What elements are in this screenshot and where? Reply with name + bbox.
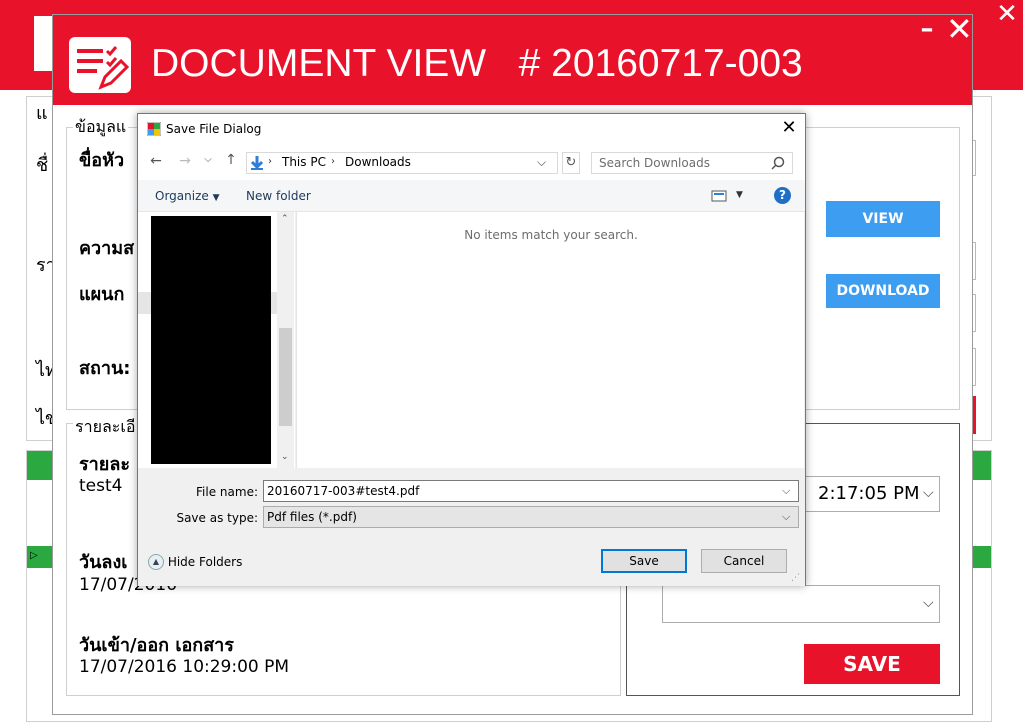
view-options-icon[interactable] [711, 190, 727, 202]
dialog-cancel-button[interactable]: Cancel [701, 549, 787, 573]
search-icon [771, 156, 785, 170]
status-label: สถาน: [79, 358, 131, 379]
help-icon[interactable]: ? [774, 187, 791, 204]
download-button[interactable]: DOWNLOAD [826, 274, 940, 308]
detail-label: รายละ [79, 454, 131, 475]
dialog-titlebar: Save File Dialog ✕ [138, 114, 805, 144]
subject-label: ขื่อหัว [79, 150, 125, 171]
address-dropdown-icon[interactable]: ⌵ [537, 155, 546, 170]
scroll-down-icon[interactable]: ⌄ [281, 452, 289, 462]
chevron-down-icon: ⌵ [782, 510, 791, 523]
save-as-type-select[interactable]: Pdf files (*.pdf) ⌵ [263, 506, 799, 528]
refresh-icon[interactable]: ↻ [562, 152, 580, 174]
view-dropdown-icon[interactable]: ▼ [736, 190, 743, 200]
address-bar[interactable]: › This PC › Downloads ⌵ [246, 152, 558, 174]
scrollbar-thumb[interactable] [279, 328, 292, 426]
detail-value: test4 [79, 476, 123, 496]
dialog-save-button[interactable]: Save [601, 549, 687, 573]
file-name-label: File name: [196, 485, 258, 499]
chevron-down-icon: ⌵ [923, 595, 934, 611]
search-input[interactable]: Search Downloads [591, 152, 793, 174]
file-name-input[interactable]: 20160717-003#test4.pdf ⌵ [263, 480, 799, 502]
app-window-icon [147, 122, 161, 136]
file-name-value: 20160717-003#test4.pdf [267, 484, 420, 498]
document-edit-icon [69, 37, 131, 93]
detail-group-legend: รายละเอี [73, 415, 138, 440]
document-view-titlebar: DOCUMENT VIEW # 20160717-003 – ✕ [53, 13, 973, 105]
download-folder-icon [250, 156, 264, 170]
breadcrumb-downloads[interactable]: Downloads [345, 155, 411, 169]
info-group-legend: ข้อมูลแ [73, 115, 129, 140]
resize-grip-icon[interactable]: ⋰ [791, 573, 800, 583]
breadcrumb-separator-icon: › [331, 156, 335, 167]
breadcrumb-this-pc[interactable]: This PC [282, 155, 326, 169]
empty-message: No items match your search. [464, 228, 638, 242]
background-label: ชื่ [36, 155, 49, 176]
view-button[interactable]: VIEW [826, 201, 940, 237]
close-icon[interactable]: ✕ [946, 13, 973, 45]
inout-date-label: วันเข้า/ออก เอกสาร [79, 635, 234, 656]
navigation-scrollbar[interactable]: ⌃ ⌄ [277, 212, 294, 468]
new-folder-button[interactable]: New folder [246, 189, 311, 203]
background-label: แ [36, 103, 48, 124]
collapse-icon: ▲ [148, 554, 164, 570]
save-as-type-label: Save as type: [176, 511, 258, 525]
inout-date-value: 17/07/2016 10:29:00 PM [79, 657, 290, 677]
back-arrow-icon[interactable]: ← [147, 153, 165, 169]
hide-folders-label: Hide Folders [167, 555, 243, 569]
file-name-dropdown-icon[interactable]: ⌵ [782, 481, 790, 501]
save-button[interactable]: SAVE [804, 644, 940, 684]
status-dropdown[interactable]: ⌵ [662, 585, 940, 623]
time-value: 2:17:05 PM [818, 483, 920, 504]
dialog-title: Save File Dialog [166, 122, 262, 136]
file-list[interactable]: No items match your search. [296, 212, 804, 468]
navigation-bar: ← → ⌵ ↑ › This PC › Downloads ⌵ ↻ Search… [138, 144, 805, 180]
chevron-down-icon: ⌵ [923, 485, 934, 501]
importance-label: ความส [79, 238, 135, 259]
dropdown-arrow-icon: ▼ [212, 193, 220, 203]
command-bar: Organize ▼ New folder ▼ ? [138, 180, 805, 212]
search-placeholder: Search Downloads [599, 156, 710, 170]
dialog-close-icon[interactable]: ✕ [778, 118, 800, 140]
date-label: วันลงเ [79, 552, 128, 573]
minimize-icon[interactable]: – [917, 16, 937, 42]
organize-label: Organize [155, 189, 209, 203]
save-file-dialog: Save File Dialog ✕ ← → ⌵ ↑ › This PC › D… [137, 113, 806, 586]
redacted-tree [151, 216, 271, 464]
up-arrow-icon[interactable]: ↑ [222, 152, 240, 168]
background-close-icon[interactable]: ✕ [995, 1, 1019, 27]
navigation-pane[interactable]: ⌃ ⌄ [138, 212, 295, 468]
save-as-type-value: Pdf files (*.pdf) [267, 510, 357, 524]
hide-folders-toggle[interactable]: ▲ Hide Folders [148, 554, 242, 570]
page-title: DOCUMENT VIEW # 20160717-003 [151, 42, 803, 85]
scroll-up-icon[interactable]: ⌃ [281, 214, 289, 224]
department-label: แผนก [79, 284, 125, 305]
breadcrumb-separator-icon: › [268, 156, 272, 167]
organize-menu[interactable]: Organize ▼ [155, 189, 220, 203]
forward-arrow-icon[interactable]: → [176, 153, 194, 169]
recent-dropdown-icon[interactable]: ⌵ [202, 154, 214, 165]
